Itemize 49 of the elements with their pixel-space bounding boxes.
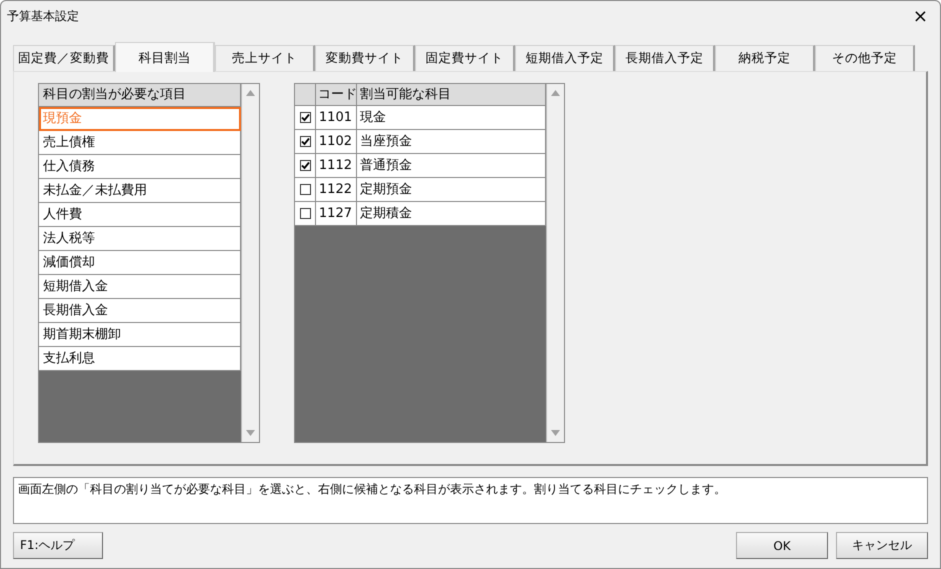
checkbox[interactable] bbox=[300, 160, 310, 171]
close-button[interactable]: × bbox=[908, 6, 932, 26]
scroll-up-icon[interactable] bbox=[246, 90, 255, 96]
scrollbar[interactable] bbox=[241, 84, 259, 442]
list-item[interactable]: 未払金／未払費用 bbox=[39, 179, 241, 203]
tab[interactable]: 固定費／変動費 bbox=[13, 45, 115, 71]
table-cell: 1101 bbox=[316, 106, 357, 130]
help-text-box: 画面左側の「科目の割り当てが必要な科目」を選ぶと、右側に候補となる科目が表示されます。割り当てる科目にチェックします。 bbox=[13, 477, 928, 524]
column-header: 科目の割当が必要な項目 bbox=[39, 84, 241, 107]
ok-button[interactable]: OK bbox=[736, 532, 828, 559]
scroll-down-icon[interactable] bbox=[551, 430, 560, 436]
table-cell: 1112 bbox=[316, 154, 357, 178]
column-header: 割当可能な科目 bbox=[357, 84, 546, 106]
list-item[interactable]: 仕入債務 bbox=[39, 155, 241, 179]
checkbox[interactable] bbox=[300, 184, 310, 195]
tab[interactable]: 変動費サイト bbox=[315, 45, 415, 71]
table-cell: 当座預金 bbox=[357, 130, 546, 154]
tab[interactable]: 納税予定 bbox=[715, 45, 815, 71]
window-title: 予算基本設定 bbox=[7, 8, 79, 24]
cancel-button[interactable]: キャンセル bbox=[836, 532, 928, 559]
list-item[interactable]: 短期借入金 bbox=[39, 275, 241, 299]
table-cell: 1127 bbox=[316, 202, 357, 226]
list-item[interactable]: 法人税等 bbox=[39, 227, 241, 251]
list-item[interactable]: 減価償却 bbox=[39, 251, 241, 275]
tab[interactable]: 長期借入予定 bbox=[615, 45, 715, 71]
checkbox[interactable] bbox=[300, 208, 310, 219]
list-item[interactable]: 支払利息 bbox=[39, 347, 241, 371]
table-cell: 1122 bbox=[316, 178, 357, 202]
tab[interactable]: 固定費サイト bbox=[415, 45, 515, 71]
tab[interactable]: 短期借入予定 bbox=[515, 45, 615, 71]
table-cell: 普通預金 bbox=[357, 154, 546, 178]
scrollbar[interactable] bbox=[546, 84, 564, 442]
table-cell: 1102 bbox=[316, 130, 357, 154]
checkbox[interactable] bbox=[300, 112, 310, 123]
list-item[interactable]: 人件費 bbox=[39, 203, 241, 227]
table-cell: 定期預金 bbox=[357, 178, 546, 202]
tab[interactable]: 売上サイト bbox=[215, 45, 315, 71]
table-cell: 定期積金 bbox=[357, 202, 546, 226]
list-item[interactable]: 長期借入金 bbox=[39, 299, 241, 323]
table-cell: 現金 bbox=[357, 106, 546, 130]
list-item[interactable]: 期首期末棚卸 bbox=[39, 323, 241, 347]
tab[interactable]: その他予定 bbox=[815, 45, 915, 71]
help-button[interactable]: F1:ヘルプ bbox=[13, 532, 103, 559]
tab[interactable]: 科目割当 bbox=[115, 42, 215, 72]
checkbox[interactable] bbox=[300, 136, 310, 147]
scroll-down-icon[interactable] bbox=[246, 430, 255, 436]
column-header: コード bbox=[316, 84, 357, 106]
list-item[interactable]: 売上債権 bbox=[39, 131, 241, 155]
scroll-up-icon[interactable] bbox=[551, 90, 560, 96]
